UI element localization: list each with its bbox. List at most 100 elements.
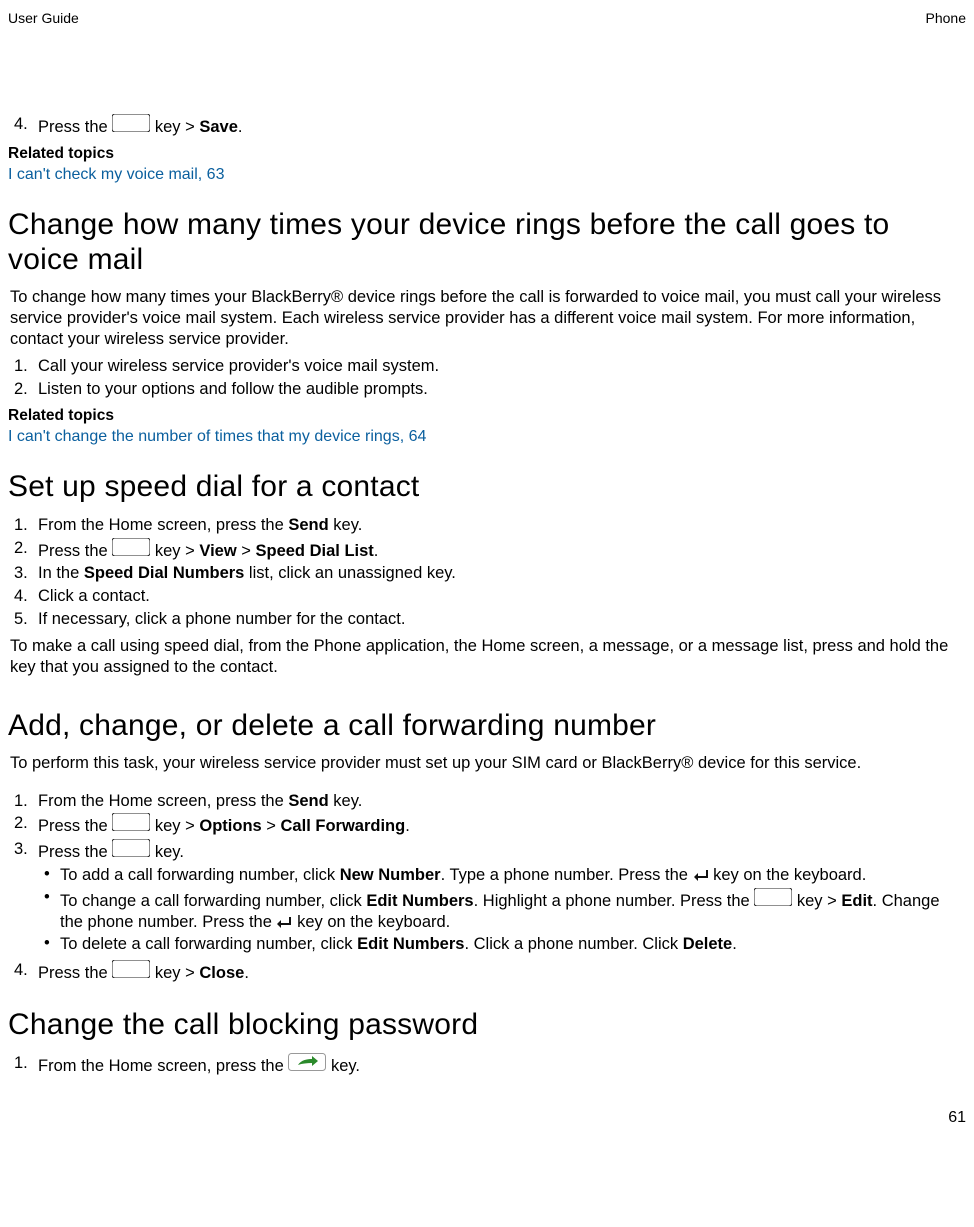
edit-label: Edit [841,892,872,910]
step-text: > [262,817,281,835]
carryover-steps: 4. Press the key > Save. [8,113,966,139]
related-link[interactable]: I can't change the number of times that … [8,428,426,445]
list-marker: 1. [14,356,28,377]
header-left: User Guide [8,10,79,28]
list-item: 1. From the Home screen, press the key. [38,1052,966,1078]
list-item: 4. Click a contact. [38,585,966,608]
list-item: 1. Call your wireless service provider's… [38,355,966,378]
list-item: 1. From the Home screen, press the Send … [38,790,966,813]
step-text: If necessary, click a phone number for t… [38,610,405,628]
sec3-bullets: To add a call forwarding number, click N… [38,864,966,956]
bullet-text: key > [792,892,841,910]
step-text: key > [150,817,199,835]
list-item: 4. Press the key > Close. [38,959,966,985]
list-item: 2. Press the key > View > Speed Dial Lis… [38,537,966,563]
view-label: View [199,542,236,560]
menu-key-icon [112,118,150,136]
step-text: Press the [38,964,112,982]
menu-key-icon [112,964,150,982]
step-text: key. [326,1057,360,1075]
list-marker: 1. [14,1053,28,1074]
list-marker: 2. [14,538,28,559]
list-marker: 3. [14,839,28,860]
send-key-icon [288,1057,326,1075]
step-text: Press the [38,843,112,861]
edit-numbers-label: Edit Numbers [366,892,473,910]
step-text: Click a contact. [38,587,150,605]
list-marker: 1. [14,791,28,812]
menu-key-icon [112,542,150,560]
list-item: To delete a call forwarding number, clic… [56,933,966,956]
send-key-label: Send [288,516,328,534]
menu-key-icon [112,843,150,861]
bullet-text: key on the keyboard. [292,913,450,931]
related-link[interactable]: I can't check my voice mail, 63 [8,166,224,183]
list-item: To change a call forwarding number, clic… [56,887,966,933]
save-label: Save [199,118,238,136]
list-item: 1. From the Home screen, press the Send … [38,514,966,537]
delete-label: Delete [683,935,733,953]
step-text: Call your wireless service provider's vo… [38,357,439,375]
list-item: 3. Press the key. To add a call forwardi… [38,838,966,959]
enter-key-icon [693,868,709,882]
list-item: To add a call forwarding number, click N… [56,864,966,887]
body-text: To make a call using speed dial, from th… [10,636,964,677]
related-topics-heading: Related topics [8,144,966,163]
enter-key-icon [276,915,292,929]
step-text: . [238,118,243,136]
call-forwarding-label: Call Forwarding [281,817,406,835]
step-4: 4. Press the key > Save. [38,113,966,139]
body-text: To perform this task, your wireless serv… [10,753,964,774]
sec1-steps: 1. Call your wireless service provider's… [8,355,966,400]
list-marker: 4. [14,960,28,981]
list-marker: 5. [14,609,28,630]
step-text: Press the [38,817,112,835]
bullet-text: To add a call forwarding number, click [60,866,340,884]
bullet-text: . [732,935,737,953]
step-text: From the Home screen, press the [38,792,288,810]
section-title: Change how many times your device rings … [8,207,966,278]
sec3-steps: 1. From the Home screen, press the Send … [8,790,966,985]
edit-numbers-label: Edit Numbers [357,935,464,953]
step-text: Press the [38,542,112,560]
step-text: . [374,542,379,560]
speed-dial-list-label: Speed Dial List [256,542,374,560]
step-text: key > [150,964,199,982]
close-label: Close [199,964,244,982]
step-text: key. [329,792,363,810]
step-text: key > [150,118,199,136]
menu-key-icon [754,892,792,910]
step-text: key > [150,542,199,560]
bullet-text: . Highlight a phone number. Press the [474,892,755,910]
bullet-text: To change a call forwarding number, clic… [60,892,366,910]
bullet-text: To delete a call forwarding number, clic… [60,935,357,953]
bullet-text: . Click a phone number. Click [464,935,682,953]
step-text: Listen to your options and follow the au… [38,380,428,398]
step-text: From the Home screen, press the [38,516,288,534]
sec2-steps: 1. From the Home screen, press the Send … [8,514,966,630]
step-text: From the Home screen, press the [38,1057,288,1075]
bullet-text: key on the keyboard. [709,866,867,884]
header-right: Phone [926,10,966,28]
list-item: 5. If necessary, click a phone number fo… [38,608,966,631]
section-title: Change the call blocking password [8,1007,966,1042]
page-number: 61 [948,1109,966,1126]
section-title: Add, change, or delete a call forwarding… [8,708,966,743]
speed-dial-numbers-label: Speed Dial Numbers [84,564,244,582]
page-footer: 61 [8,1108,966,1128]
list-marker: 3. [14,563,28,584]
step-text: Press the [38,118,112,136]
step-text: list, click an unassigned key. [244,564,456,582]
sec4-steps: 1. From the Home screen, press the key. [8,1052,966,1078]
options-label: Options [199,817,261,835]
step-text: . [244,964,249,982]
page-header: User Guide Phone [8,10,966,28]
list-marker: 2. [14,813,28,834]
list-marker: 1. [14,515,28,536]
step-text: . [405,817,410,835]
list-item: 2. Press the key > Options > Call Forwar… [38,812,966,838]
list-item: 3. In the Speed Dial Numbers list, click… [38,562,966,585]
related-topics-heading: Related topics [8,406,966,425]
menu-key-icon [112,817,150,835]
list-item: 2. Listen to your options and follow the… [38,378,966,401]
